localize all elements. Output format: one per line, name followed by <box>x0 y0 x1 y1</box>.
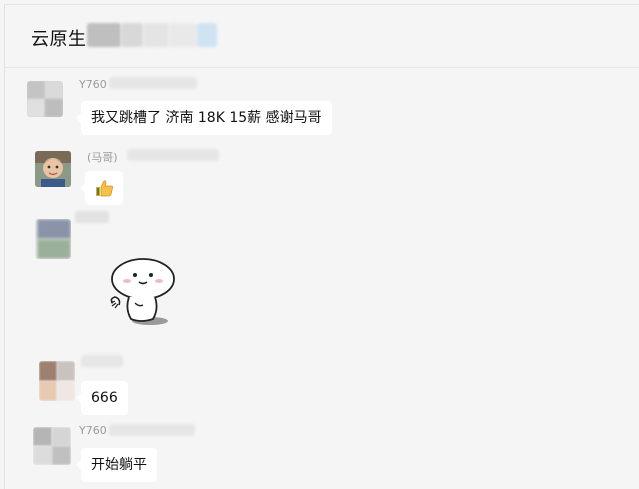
sender-redacted-blur <box>109 77 197 91</box>
child-avatar-icon <box>35 151 71 187</box>
sender-name: Y760 <box>79 424 107 437</box>
thumbs-up-icon <box>96 180 113 197</box>
message-item: (马哥) <box>5 143 639 205</box>
message-bubble[interactable]: 我又跳槽了 济南 18K 15薪 感谢马哥 <box>76 101 332 135</box>
avatar[interactable] <box>33 427 71 465</box>
message-item <box>5 205 639 335</box>
message-bubble[interactable]: 666 <box>76 381 128 415</box>
avatar[interactable] <box>27 81 63 117</box>
sender-name: (马哥) <box>87 151 118 164</box>
title-redacted-blur <box>87 23 222 47</box>
message-item: Y760 开始躺平 <box>5 419 639 487</box>
chat-title: 云原生 <box>31 29 87 50</box>
sender-redacted-blur <box>81 355 123 369</box>
avatar[interactable] <box>39 361 75 401</box>
avatar[interactable] <box>35 219 71 259</box>
message-item: Y760 我又跳槽了 济南 18K 15薪 感谢马哥 <box>5 75 639 135</box>
sender-name: Y760 <box>79 78 107 91</box>
message-item: 666 <box>5 349 639 415</box>
message-bubble[interactable] <box>80 171 123 205</box>
chat-window: 云原生 Y760 我又跳槽了 济南 18K 15薪 感谢马哥 (马哥) 666 … <box>4 4 639 489</box>
cute-blob-sticker[interactable] <box>105 257 180 329</box>
chat-header: 云原生 <box>5 5 639 68</box>
sender-redacted-blur <box>127 149 219 163</box>
sender-redacted-blur <box>75 211 109 225</box>
message-bubble[interactable]: 开始躺平 <box>76 448 157 482</box>
avatar[interactable] <box>35 151 71 187</box>
sender-redacted-blur <box>109 424 195 438</box>
